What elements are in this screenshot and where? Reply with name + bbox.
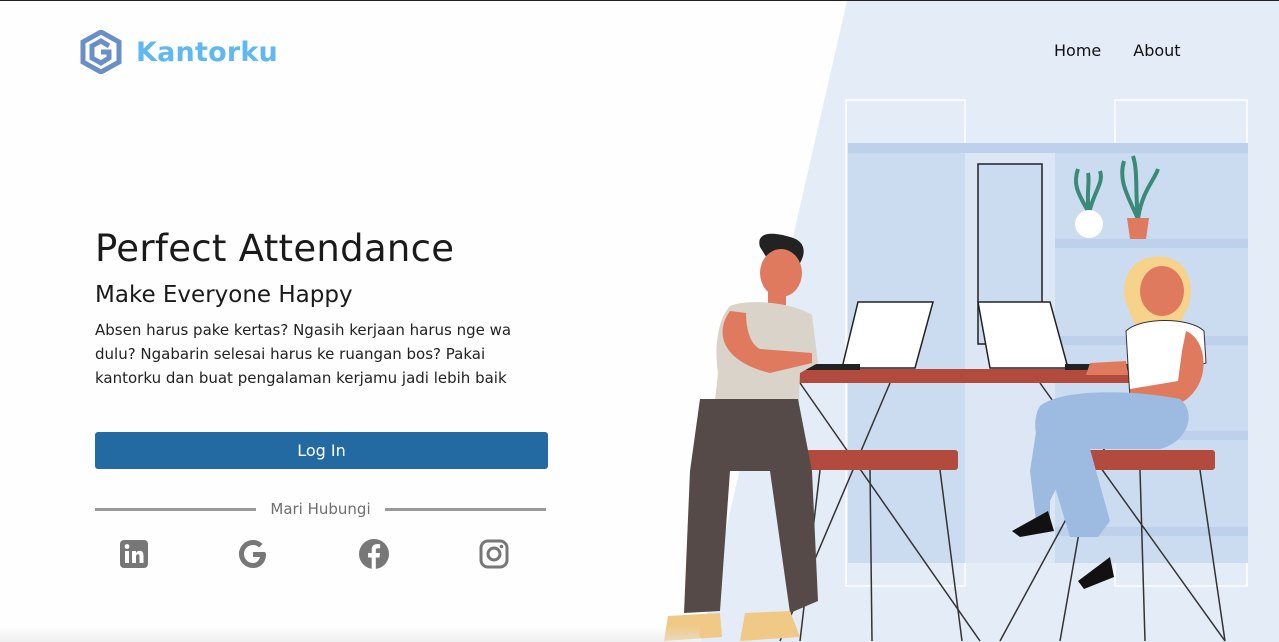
contact-label: Mari Hubungi [270, 500, 371, 518]
google-icon[interactable] [236, 537, 270, 571]
nav-home-link[interactable]: Home [1054, 41, 1101, 60]
hero-section: Perfect Attendance Make Everyone Happy A… [95, 227, 555, 390]
instagram-icon[interactable] [477, 537, 511, 571]
nav-about-link[interactable]: About [1133, 41, 1180, 60]
login-button[interactable]: Log In [95, 432, 548, 469]
kantorku-logo-icon [80, 30, 122, 74]
hero-description: Absen harus pake kertas? Ngasih kerjaan … [95, 321, 512, 387]
landing-page: Kantorku Home About Perfect Attendance M… [0, 0, 1279, 642]
brand-logo[interactable]: Kantorku [80, 30, 278, 74]
facebook-icon[interactable] [357, 537, 391, 571]
hero-title: Perfect Attendance [95, 227, 455, 270]
divider-line-left [95, 507, 257, 511]
linkedin-icon[interactable] [117, 537, 151, 571]
top-nav: Home About [1054, 41, 1181, 60]
contact-divider: Mari Hubungi [95, 497, 546, 521]
hero-subtitle: Make Everyone Happy [95, 282, 353, 308]
bottom-shadow [0, 626, 700, 642]
brand-name: Kantorku [136, 36, 278, 68]
divider-line-right [384, 507, 546, 511]
